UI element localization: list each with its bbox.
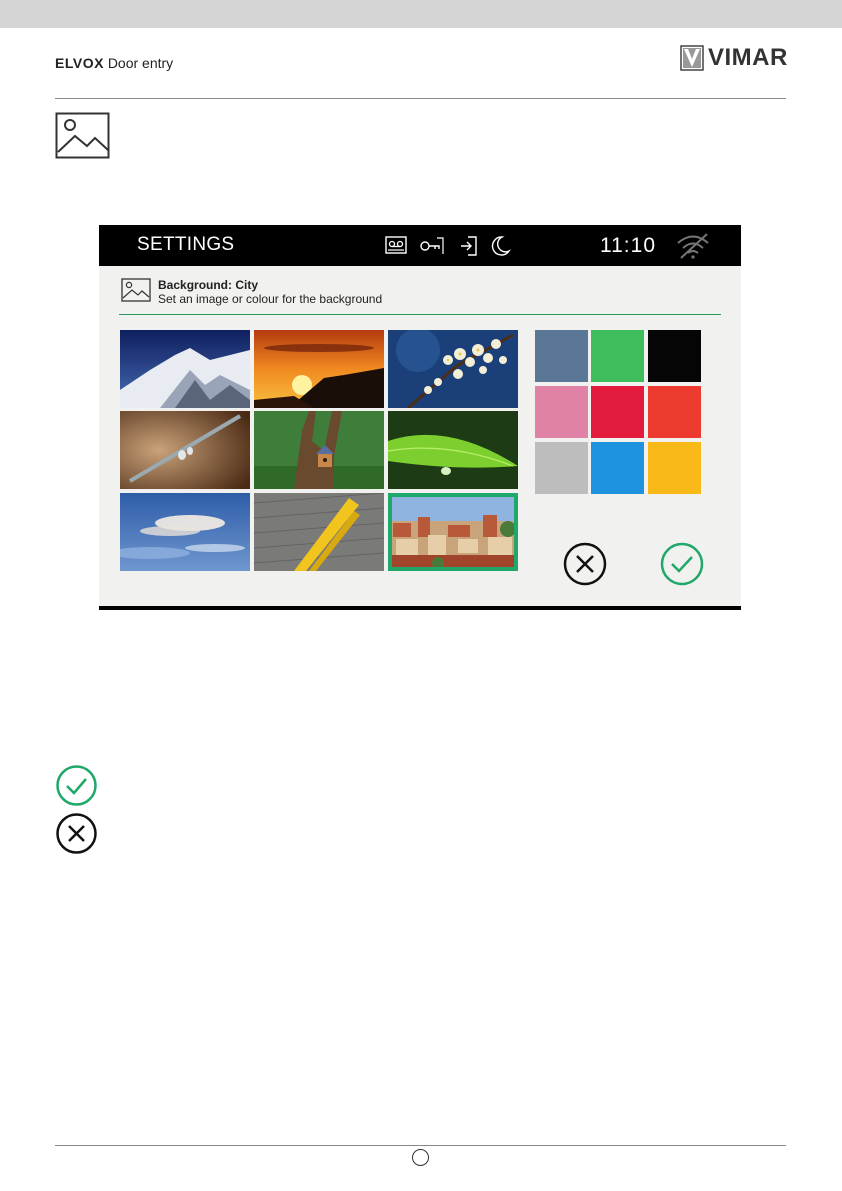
sunset-image: [254, 330, 384, 408]
green-leaf-image: [388, 411, 518, 489]
legend-cancel-icon: [56, 813, 97, 854]
colour-swatch-black[interactable]: [648, 330, 701, 382]
colour-swatch-pink[interactable]: [535, 386, 588, 438]
colour-swatch-crimson[interactable]: [591, 386, 644, 438]
confirm-icon[interactable]: [659, 541, 705, 587]
background-sunset[interactable]: [254, 330, 384, 408]
vimar-text: VIMAR: [708, 44, 788, 71]
colour-swatch-slate[interactable]: [535, 330, 588, 382]
background-image-icon: [121, 278, 151, 302]
brand-bold: ELVOX: [55, 55, 104, 71]
city-image: [388, 493, 518, 571]
screen-title: SETTINGS: [137, 234, 235, 255]
moon-icon: [491, 236, 511, 256]
clothes-peg-image: [254, 493, 384, 571]
colour-swatch-yellow[interactable]: [648, 442, 701, 494]
water-drop-image: [120, 411, 250, 489]
wifi-off-icon: [677, 233, 709, 259]
colour-swatch-red[interactable]: [648, 386, 701, 438]
colour-swatch-blue[interactable]: [591, 442, 644, 494]
vimar-shield-icon: [680, 45, 704, 71]
page-number-circle: [412, 1149, 429, 1166]
tree-birdhouse-image: [254, 411, 384, 489]
cancel-icon[interactable]: [562, 541, 608, 587]
background-green-leaf[interactable]: [388, 411, 518, 489]
background-title: Background: City: [158, 278, 259, 292]
background-city[interactable]: [388, 493, 518, 571]
screen-header: SETTINGS 11:10: [99, 225, 741, 266]
background-clothes-peg[interactable]: [254, 493, 384, 571]
footer-rule: [55, 1145, 786, 1146]
sky-clouds-image: [120, 493, 250, 571]
top-bar: [0, 0, 842, 28]
brand-rest: Door entry: [107, 55, 174, 71]
clock: 11:10: [600, 234, 656, 257]
background-water-drop[interactable]: [120, 411, 250, 489]
colour-swatch-grey[interactable]: [535, 442, 588, 494]
background-description: Set an image or colour for the backgroun…: [158, 292, 383, 306]
door-key-icon: [420, 237, 444, 254]
vimar-logo: VIMAR: [680, 44, 788, 71]
background-blossom[interactable]: [388, 330, 518, 408]
snowy-mountain-image: [120, 330, 250, 408]
header-rule: [55, 98, 786, 99]
voicemail-icon: [385, 236, 407, 254]
login-icon: [461, 236, 477, 256]
background-snowy-mountain[interactable]: [120, 330, 250, 408]
settings-screen: SETTINGS 11:10 Background: City Set an i…: [99, 225, 741, 610]
background-tree-birdhouse[interactable]: [254, 411, 384, 489]
colour-swatch-green[interactable]: [591, 330, 644, 382]
blossom-image: [388, 330, 518, 408]
legend-confirm-icon: [56, 765, 97, 806]
brand-title: ELVOX Door entry: [55, 55, 173, 71]
background-sky-clouds[interactable]: [120, 493, 250, 571]
screen-footer: [99, 606, 741, 610]
subheading-divider: [119, 314, 721, 315]
image-icon: [55, 112, 110, 159]
